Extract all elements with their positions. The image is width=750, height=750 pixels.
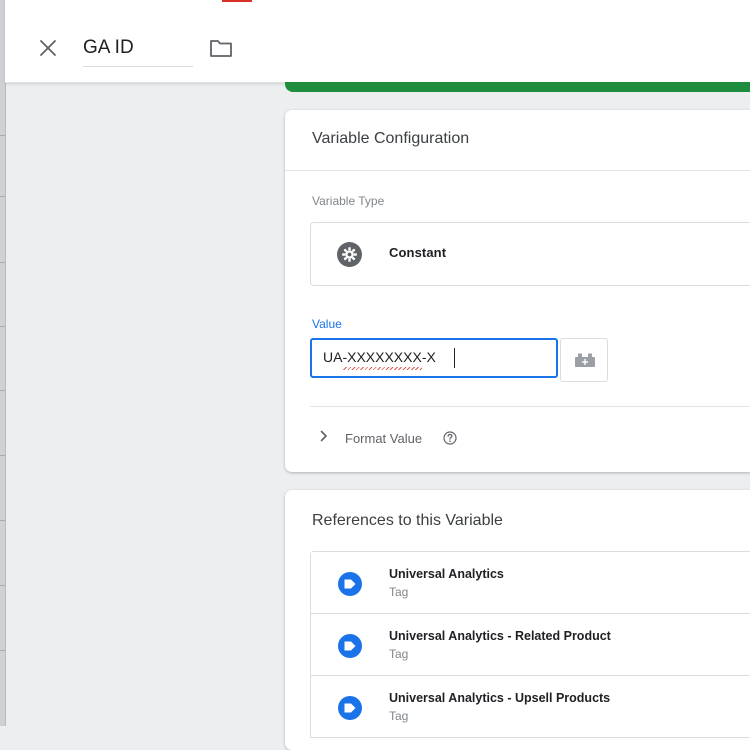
folder-icon (210, 40, 232, 57)
background-page-edge (0, 0, 6, 726)
format-value-toggle[interactable]: Format Value (310, 422, 470, 452)
close-button[interactable] (35, 35, 61, 61)
reference-name: Universal Analytics - Related Product (389, 629, 611, 643)
editor-header (5, 0, 750, 83)
reference-type: Tag (389, 647, 409, 661)
tag-icon (338, 696, 362, 720)
gear-icon (337, 242, 362, 267)
list-item[interactable]: Universal Analytics - Related Product Ta… (311, 614, 750, 676)
reference-type: Tag (389, 585, 409, 599)
reference-type: Tag (389, 709, 409, 723)
variable-type-selector[interactable]: Constant (310, 222, 750, 286)
list-item[interactable]: Universal Analytics - Upsell Products Ta… (311, 676, 750, 737)
card-title: References to this Variable (312, 512, 503, 529)
card-title: Variable Configuration (312, 130, 470, 147)
reference-name: Universal Analytics - Upsell Products (389, 691, 611, 705)
divider (285, 170, 750, 171)
chevron-right-icon (320, 430, 327, 442)
value-field[interactable] (310, 338, 558, 378)
value-input[interactable] (323, 349, 543, 365)
top-indicator (222, 0, 252, 2)
variable-name-field[interactable] (83, 34, 193, 67)
reference-name: Universal Analytics (389, 567, 504, 581)
folder-button[interactable] (209, 37, 233, 59)
value-label: Value (312, 317, 342, 331)
references-card: References to this Variable Universal An… (285, 490, 750, 750)
insert-variable-button[interactable] (560, 338, 608, 382)
text-cursor (454, 348, 455, 368)
variable-type-label: Variable Type (312, 194, 385, 208)
format-value-label: Format Value (345, 431, 423, 446)
tag-icon (338, 634, 362, 658)
spellcheck-underline (343, 367, 422, 370)
divider (310, 406, 750, 407)
list-item[interactable]: Universal Analytics Tag (311, 552, 750, 614)
close-icon (40, 40, 56, 56)
tag-icon (338, 572, 362, 596)
variable-picker-icon (575, 353, 595, 367)
variable-type-value: Constant (389, 245, 447, 260)
help-icon[interactable] (443, 431, 457, 445)
variable-name-input[interactable] (83, 34, 191, 62)
status-bar (285, 82, 750, 92)
references-list: Universal Analytics Tag Universal Analyt… (310, 551, 750, 738)
variable-configuration-card: Variable Configuration Variable Type Con… (285, 110, 750, 472)
